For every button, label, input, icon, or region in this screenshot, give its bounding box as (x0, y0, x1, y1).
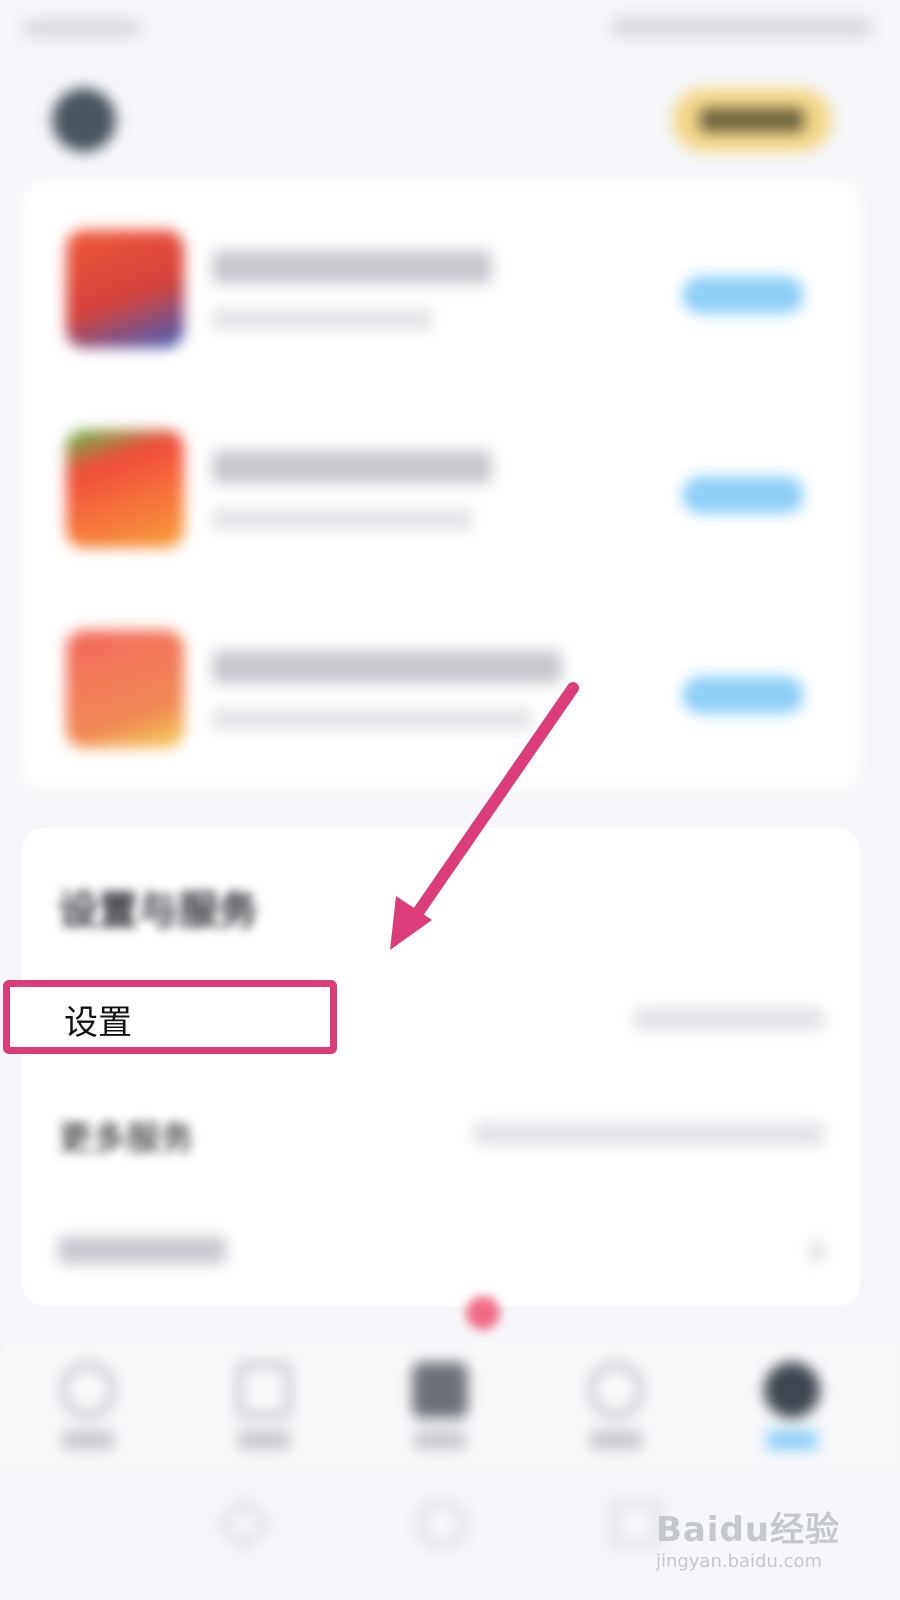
vip-badge[interactable] (672, 88, 832, 152)
status-bar (0, 0, 900, 64)
promo-subtitle (212, 508, 472, 530)
tab-label (238, 1430, 290, 1450)
row-hint (634, 1008, 824, 1030)
tab-label (414, 1430, 466, 1450)
back-icon[interactable] (218, 1498, 270, 1550)
promo-item[interactable] (22, 600, 860, 780)
status-icons (612, 16, 872, 38)
chevron-right-icon (810, 1240, 824, 1262)
promo-thumbnail (66, 230, 184, 348)
promo-button[interactable] (682, 476, 804, 514)
promo-button[interactable] (682, 276, 804, 314)
discover-icon (236, 1362, 292, 1418)
promo-subtitle (212, 708, 532, 730)
tab-cart[interactable] (556, 1354, 676, 1454)
watermark-logo: Baidu经验 (655, 1510, 840, 1550)
notification-badge (466, 1296, 500, 1330)
tab-label (590, 1430, 642, 1450)
profile-header (0, 70, 900, 180)
profile-icon (764, 1362, 820, 1418)
row-label: 更多服务 (58, 1119, 194, 1159)
settings-highlight[interactable]: 设置 (3, 980, 337, 1054)
tab-discover[interactable] (204, 1354, 324, 1454)
list-item-help[interactable] (22, 1210, 860, 1290)
tab-message[interactable] (380, 1354, 500, 1454)
tab-home[interactable] (28, 1354, 148, 1454)
list-item-more-services[interactable]: 更多服务 (22, 1093, 860, 1173)
watermark: Baidu经验 jingyan.baidu.com (656, 1502, 840, 1572)
promo-item[interactable] (22, 200, 860, 380)
watermark-url: jingyan.baidu.com (655, 1551, 823, 1572)
promo-thumbnail (66, 430, 184, 548)
row-label (58, 1236, 226, 1264)
avatar[interactable] (52, 88, 116, 152)
section-title: 设置与服务 (58, 888, 258, 934)
promo-subtitle (212, 308, 432, 330)
tab-label (766, 1430, 818, 1450)
home-icon (60, 1362, 116, 1418)
vip-badge-label (700, 108, 804, 132)
promo-title (212, 650, 562, 684)
tab-profile[interactable] (732, 1354, 852, 1454)
settings-label: 设置 (64, 1003, 132, 1043)
recents-icon[interactable] (612, 1500, 660, 1548)
cart-icon (588, 1362, 644, 1418)
promo-title (212, 450, 492, 484)
promo-title (212, 250, 492, 284)
bottom-tab-bar (0, 1340, 900, 1470)
status-time (24, 18, 140, 38)
promo-item[interactable] (22, 400, 860, 580)
promo-button[interactable] (682, 676, 804, 714)
settings-card: 设置与服务 更多服务 (22, 828, 860, 1306)
home-circle-icon[interactable] (418, 1500, 466, 1548)
message-icon (412, 1362, 468, 1418)
promo-thumbnail (66, 630, 184, 748)
tab-label (62, 1430, 114, 1450)
promo-card (22, 180, 860, 790)
row-hint (474, 1123, 824, 1145)
